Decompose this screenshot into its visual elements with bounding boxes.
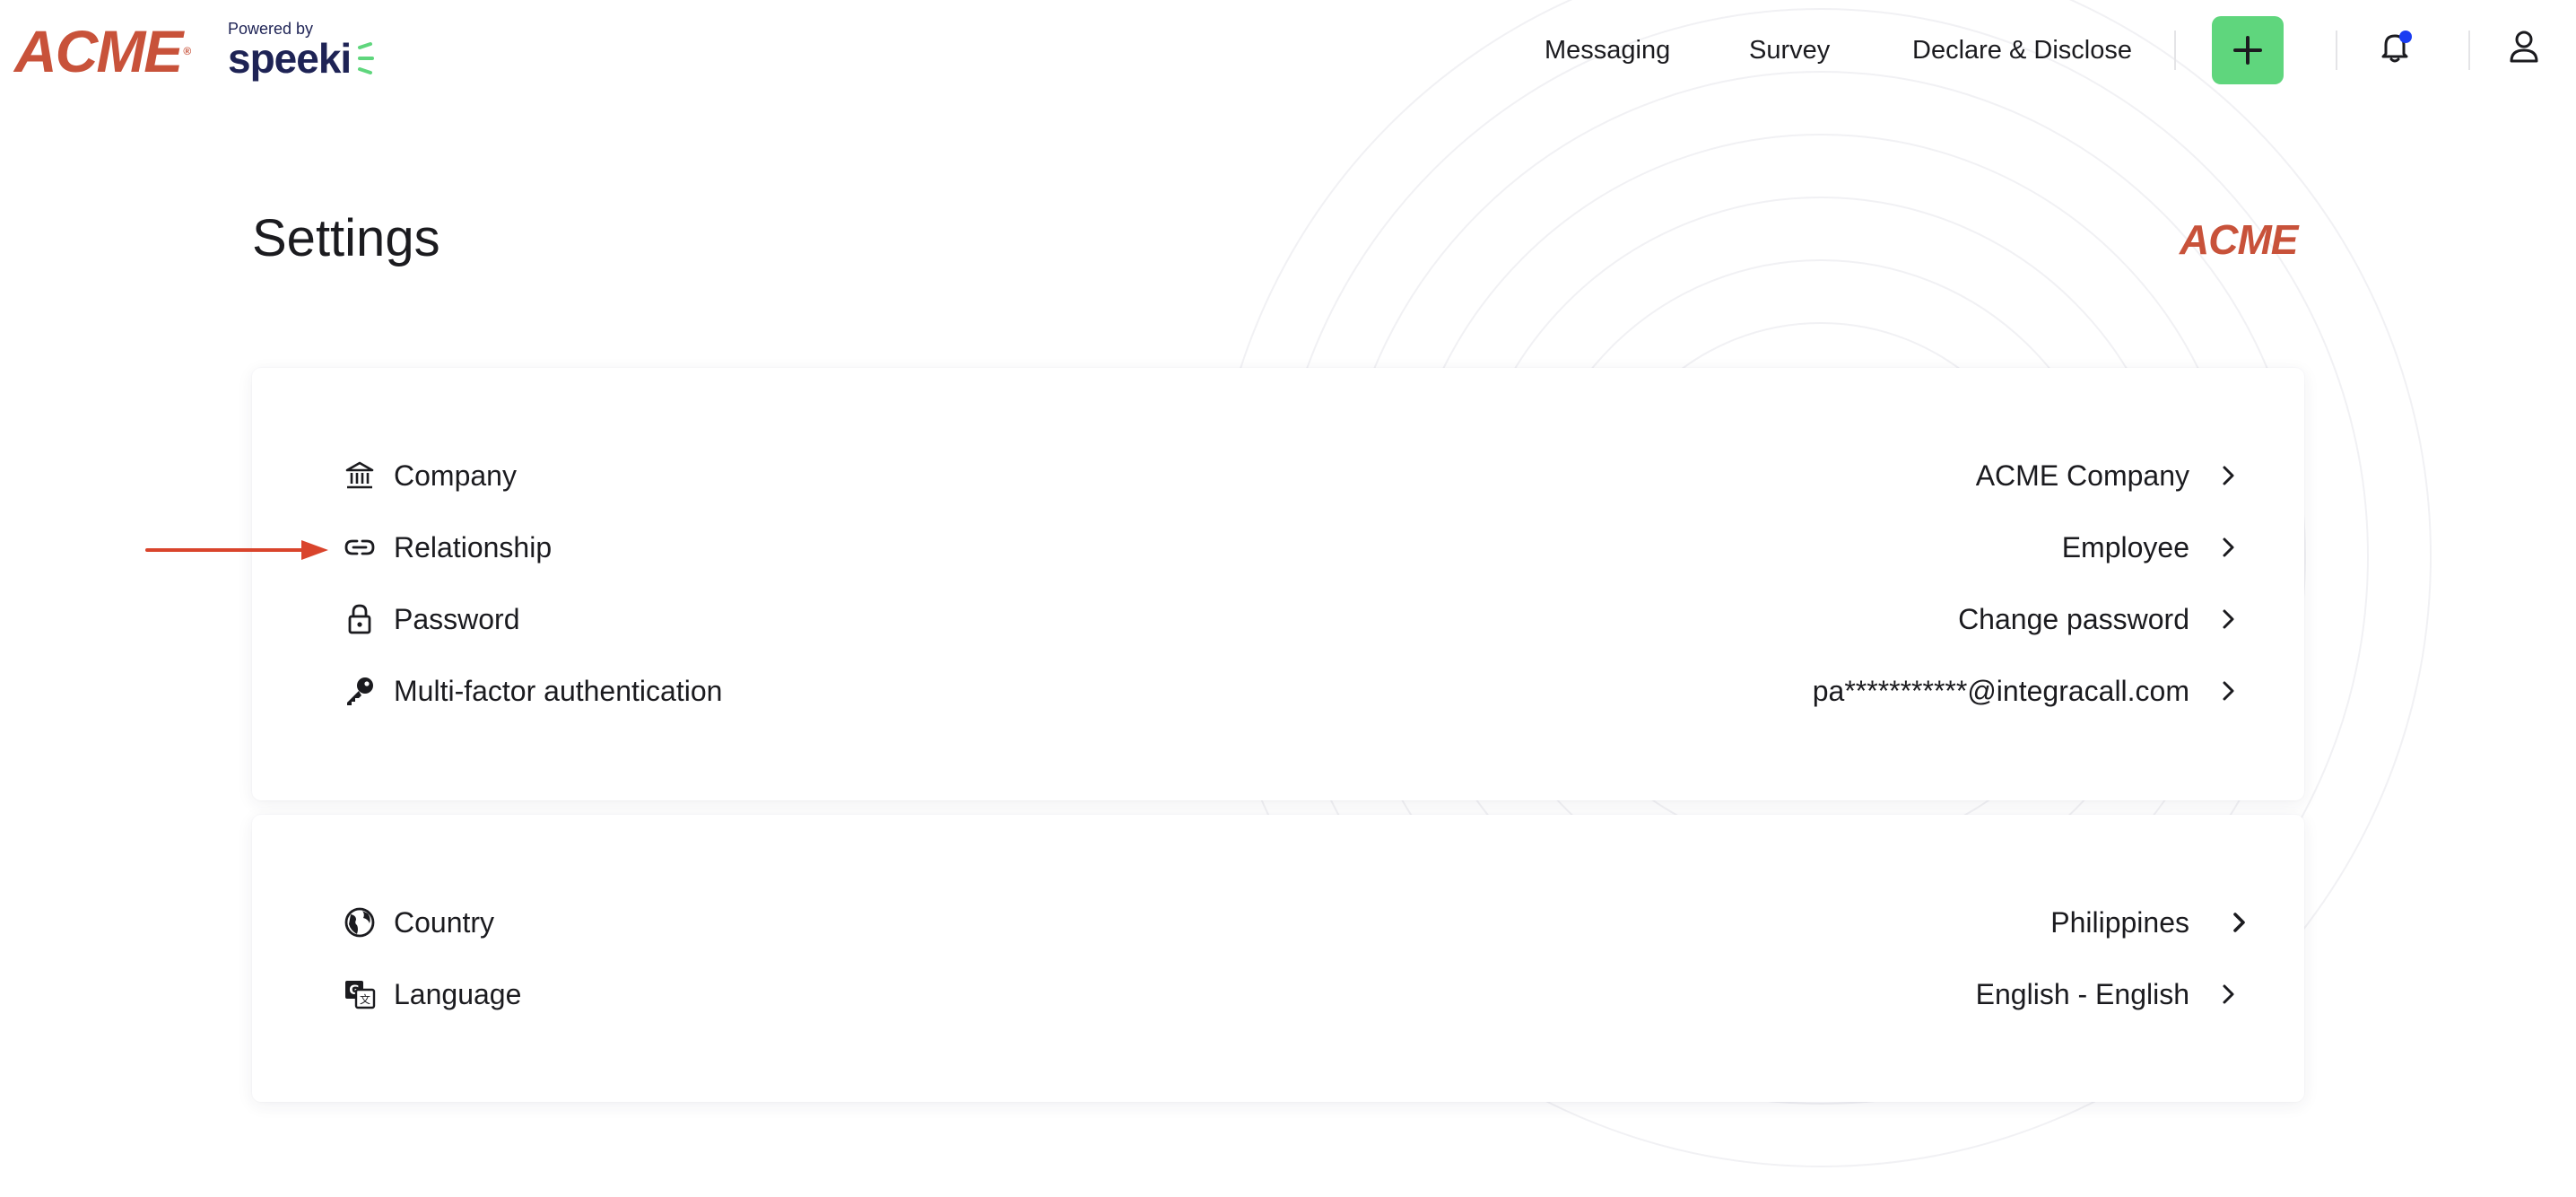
settings-row-value: Employee	[2061, 530, 2189, 564]
chevron-right-icon	[2215, 458, 2241, 494]
acme-logo-text: ACME	[14, 18, 183, 84]
notifications-button[interactable]	[2375, 27, 2415, 66]
svg-text:文: 文	[360, 992, 370, 1006]
settings-row-value: ACME Company	[1975, 459, 2189, 492]
chevron-right-icon	[2215, 529, 2241, 565]
acme-logo[interactable]: ACME ®	[14, 18, 191, 84]
globe-icon	[342, 904, 378, 940]
settings-row-value: Philippines	[2050, 905, 2189, 939]
settings-row-value: English - English	[1975, 977, 2189, 1010]
settings-row-label: Multi-factor authentication	[394, 674, 723, 707]
settings-row-country[interactable]: Country Philippines	[342, 890, 2245, 955]
settings-row-mfa[interactable]: Multi-factor authentication pa**********…	[342, 659, 2241, 723]
settings-row-company[interactable]: Company ACME Company	[342, 443, 2241, 508]
locale-settings-card: Country Philippines G 文 Language English…	[252, 815, 2304, 1102]
nav-survey[interactable]: Survey	[1749, 27, 1830, 74]
speeki-wordmark: speeki	[228, 35, 352, 82]
lock-icon	[342, 601, 378, 637]
registered-mark: ®	[183, 45, 191, 57]
settings-row-label: Country	[394, 905, 495, 939]
speeki-marks-icon	[358, 42, 375, 74]
bank-icon	[342, 458, 378, 494]
chevron-right-icon	[2215, 673, 2241, 709]
nav-declare-disclose[interactable]: Declare & Disclose	[1912, 27, 2132, 74]
company-logo: ACME	[2180, 216, 2298, 263]
chevron-right-icon	[2225, 904, 2252, 940]
nav-divider	[2174, 31, 2176, 70]
nav-divider	[2336, 31, 2337, 70]
key-icon	[342, 673, 378, 709]
plus-icon	[2233, 36, 2262, 65]
nav-messaging[interactable]: Messaging	[1545, 27, 1670, 74]
settings-row-label: Password	[394, 602, 520, 635]
link-icon	[342, 529, 378, 565]
top-bar: ACME ® Powered by speeki Messaging Survey…	[0, 0, 2576, 100]
settings-row-label: Relationship	[394, 530, 553, 564]
settings-row-password[interactable]: Password Change password	[342, 587, 2241, 651]
user-icon	[2510, 31, 2538, 63]
settings-row-label: Language	[394, 977, 522, 1010]
settings-row-value: Change password	[1958, 602, 2189, 635]
account-settings-card: Company ACME Company Relationship Employ…	[252, 368, 2304, 800]
page-title: Settings	[252, 209, 440, 267]
add-button[interactable]	[2212, 16, 2284, 84]
speeki-logo: speeki	[228, 38, 376, 79]
powered-by-speeki: Powered by speeki	[228, 20, 376, 79]
bell-icon	[2381, 31, 2412, 63]
chevron-right-icon	[2215, 976, 2241, 1012]
translate-icon: G 文	[342, 976, 378, 1012]
notification-dot	[2399, 31, 2412, 43]
settings-row-value: pa***********@integracall.com	[1812, 674, 2189, 707]
settings-row-relationship[interactable]: Relationship Employee	[342, 515, 2241, 580]
settings-row-language[interactable]: G 文 Language English - English	[342, 962, 2241, 1027]
chevron-right-icon	[2215, 601, 2241, 637]
nav-divider	[2468, 31, 2470, 70]
settings-row-label: Company	[394, 459, 517, 492]
profile-button[interactable]	[2504, 27, 2544, 66]
annotation-arrow	[145, 540, 328, 560]
